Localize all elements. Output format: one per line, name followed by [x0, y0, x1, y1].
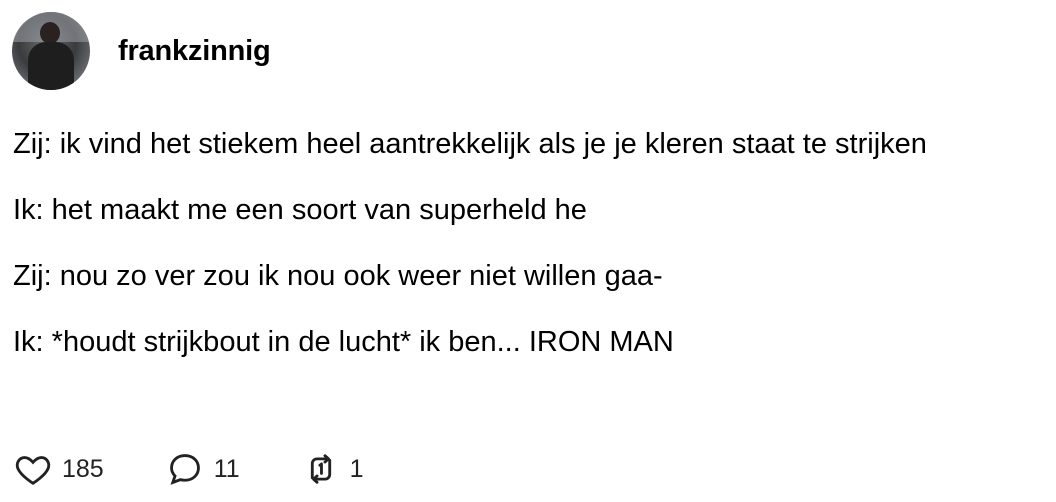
post-header: frankzinnig	[12, 12, 271, 90]
repost-icon	[310, 454, 331, 484]
avatar[interactable]	[12, 12, 90, 90]
avatar-head	[40, 22, 60, 44]
like-count: 185	[62, 455, 104, 483]
avatar-body	[28, 42, 74, 90]
comment-button[interactable]: 11	[166, 450, 240, 488]
post-line-2: Ik: het maakt me een soort van superheld…	[13, 194, 587, 226]
post-line-3: Zij: nou zo ver zou ik nou ook weer niet…	[13, 260, 663, 292]
post-text: Zij: ik vind het stiekem heel aantrekkel…	[13, 124, 953, 388]
comment-count: 11	[213, 455, 240, 483]
repost-button[interactable]: 1	[302, 450, 364, 488]
heart-icon	[15, 456, 51, 485]
action-bar: 185 11 1	[14, 450, 426, 488]
username[interactable]: frankzinnig	[118, 35, 271, 68]
post-line-4: Ik: *houdt strijkbout in de lucht* ik be…	[13, 326, 674, 358]
repost-count: 1	[349, 455, 364, 483]
post-line-1: Zij: ik vind het stiekem heel aantrekkel…	[13, 128, 927, 160]
like-button[interactable]: 185	[14, 450, 104, 488]
comment-icon	[169, 454, 200, 485]
